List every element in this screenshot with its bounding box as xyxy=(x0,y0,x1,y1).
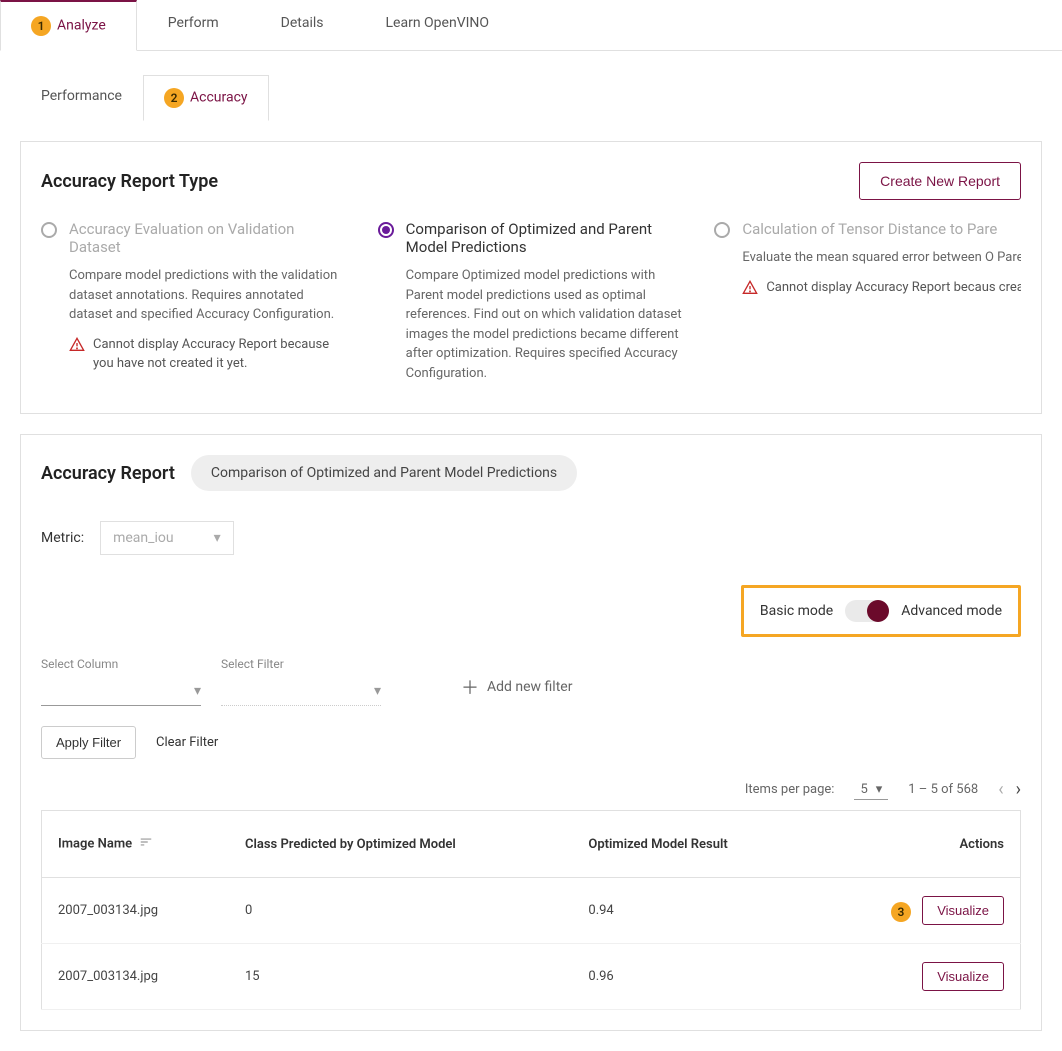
badge-two: 2 xyxy=(164,88,184,108)
accuracy-report-title: Accuracy Report xyxy=(41,463,175,484)
tab-analyze-label: Analyze xyxy=(57,18,106,34)
opt3-warning: Cannot display Accuracy Report becaus cr… xyxy=(766,278,1021,298)
warning-icon xyxy=(69,337,85,357)
metric-select[interactable]: mean_iou ▾ xyxy=(100,521,234,555)
toggle-knob xyxy=(867,600,889,622)
col-image-name-label: Image Name xyxy=(58,836,132,851)
add-new-filter-button[interactable]: ＋ Add new filter xyxy=(461,674,572,706)
metric-label: Metric: xyxy=(41,530,84,546)
opt2-title: Comparison of Optimized and Parent Model… xyxy=(406,220,685,256)
cell-class: 0 xyxy=(229,878,572,944)
badge-three: 3 xyxy=(891,902,911,922)
items-per-page-select[interactable]: 5 ▾ xyxy=(854,780,888,800)
radio-comparison[interactable] xyxy=(378,222,394,238)
subtab-accuracy-label: Accuracy xyxy=(190,90,248,106)
visualize-button[interactable]: Visualize xyxy=(922,896,1004,925)
radio-tensor-distance[interactable] xyxy=(714,222,730,238)
accuracy-report-type-title: Accuracy Report Type xyxy=(41,171,218,192)
tab-perform[interactable]: Perform xyxy=(137,0,250,50)
cell-class: 15 xyxy=(229,944,572,1010)
col-class-predicted[interactable]: Class Predicted by Optimized Model xyxy=(229,811,572,878)
tab-details[interactable]: Details xyxy=(250,0,355,50)
select-column-input[interactable]: ▾ xyxy=(41,677,201,706)
page-range: 1 – 5 of 568 xyxy=(908,782,978,797)
cell-result: 0.96 xyxy=(572,944,814,1010)
chevron-down-icon: ▾ xyxy=(374,683,381,699)
option-comparison[interactable]: Comparison of Optimized and Parent Model… xyxy=(378,220,685,393)
tab-learn-openvino[interactable]: Learn OpenVINO xyxy=(355,0,521,50)
clear-filter-button[interactable]: Clear Filter xyxy=(156,735,218,750)
items-per-page-value: 5 xyxy=(860,782,867,797)
paginator: Items per page: 5 ▾ 1 – 5 of 568 ‹ › xyxy=(41,779,1021,800)
col-actions: Actions xyxy=(815,811,1021,878)
mode-toggle-box: Basic mode Advanced mode xyxy=(741,585,1021,637)
warning-icon xyxy=(742,280,758,300)
col-result[interactable]: Optimized Model Result xyxy=(572,811,814,878)
option-tensor-distance[interactable]: Calculation of Tensor Distance to Pare E… xyxy=(714,220,1021,393)
add-filter-label: Add new filter xyxy=(487,679,572,695)
apply-filter-button[interactable]: Apply Filter xyxy=(41,726,136,759)
prev-page-button[interactable]: ‹ xyxy=(998,779,1003,800)
accuracy-report-type-card: Accuracy Report Type Create New Report A… xyxy=(20,141,1042,414)
col-image-name[interactable]: Image Name xyxy=(42,811,230,878)
metric-value: mean_iou xyxy=(113,530,173,546)
basic-mode-label: Basic mode xyxy=(760,603,833,619)
items-per-page-label: Items per page: xyxy=(745,782,835,797)
opt1-desc: Compare model predictions with the valid… xyxy=(69,266,348,325)
opt1-warning: Cannot display Accuracy Report because y… xyxy=(93,335,348,374)
create-new-report-button[interactable]: Create New Report xyxy=(859,162,1021,200)
badge-one: 1 xyxy=(31,16,51,36)
plus-icon: ＋ xyxy=(461,674,479,700)
sub-tabs: Performance 2 Accuracy xyxy=(20,75,1042,121)
top-tabs: 1 Analyze Perform Details Learn OpenVINO xyxy=(0,0,1062,51)
mode-toggle[interactable] xyxy=(845,600,889,622)
select-filter-input[interactable]: ▾ xyxy=(221,677,381,706)
cell-image-name: 2007_003134.jpg xyxy=(42,878,230,944)
opt3-title: Calculation of Tensor Distance to Pare xyxy=(742,220,1021,238)
subtab-performance[interactable]: Performance xyxy=(20,75,143,121)
opt1-title: Accuracy Evaluation on Validation Datase… xyxy=(69,220,348,256)
opt3-desc: Evaluate the mean squared error between … xyxy=(742,248,1021,268)
radio-accuracy-evaluation[interactable] xyxy=(41,222,57,238)
next-page-button[interactable]: › xyxy=(1016,779,1021,800)
select-filter-label: Select Filter xyxy=(221,657,381,671)
visualize-button[interactable]: Visualize xyxy=(922,962,1004,991)
chevron-down-icon: ▾ xyxy=(876,782,883,797)
option-accuracy-evaluation[interactable]: Accuracy Evaluation on Validation Datase… xyxy=(41,220,348,393)
subtab-accuracy[interactable]: 2 Accuracy xyxy=(143,75,269,121)
sort-icon xyxy=(139,838,153,853)
advanced-mode-label: Advanced mode xyxy=(901,603,1002,619)
opt2-desc: Compare Optimized model predictions with… xyxy=(406,266,685,383)
chevron-down-icon: ▾ xyxy=(194,683,201,699)
report-type-pill: Comparison of Optimized and Parent Model… xyxy=(191,455,577,491)
select-column-label: Select Column xyxy=(41,657,201,671)
tab-analyze[interactable]: 1 Analyze xyxy=(0,0,137,51)
cell-image-name: 2007_003134.jpg xyxy=(42,944,230,1010)
cell-result: 0.94 xyxy=(572,878,814,944)
table-row: 2007_003134.jpg 15 0.96 Visualize xyxy=(42,944,1021,1010)
chevron-down-icon: ▾ xyxy=(214,530,221,546)
accuracy-report-card: Accuracy Report Comparison of Optimized … xyxy=(20,434,1042,1031)
results-table: Image Name Class Predicted by Optimized … xyxy=(41,810,1021,1010)
table-row: 2007_003134.jpg 0 0.94 3 Visualize xyxy=(42,878,1021,944)
